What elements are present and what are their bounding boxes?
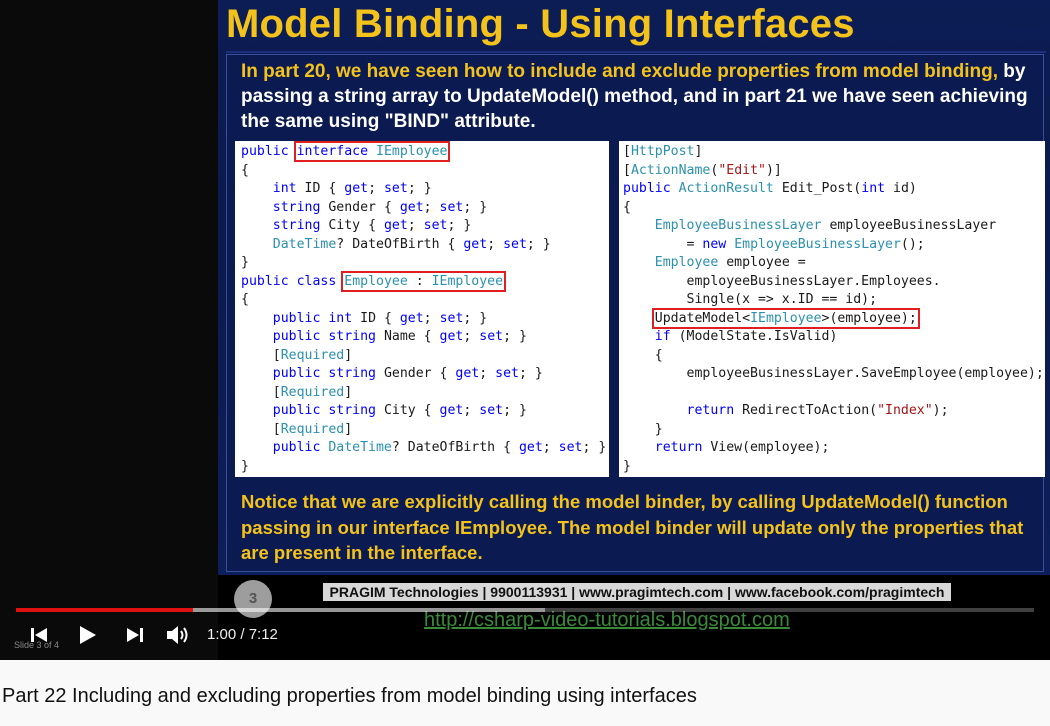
code-block-controller: [HttpPost] [ActionName("Edit")] public A… xyxy=(619,141,1045,477)
video-player[interactable]: Model Binding - Using Interfaces In part… xyxy=(0,0,1050,660)
slide-notice-text: Notice that we are explicitly calling th… xyxy=(241,491,1024,563)
time-display: 1:00 / 7:12 xyxy=(207,626,278,643)
play-icon xyxy=(80,626,96,644)
slide-footer: PRAGIM Technologies | 9900113931 | www.p… xyxy=(323,583,951,601)
letterbox-left xyxy=(0,0,218,660)
slide: Model Binding - Using Interfaces In part… xyxy=(218,0,1050,575)
slide-content-panel: In part 20, we have seen how to include … xyxy=(226,54,1045,572)
skip-next-icon xyxy=(127,628,143,642)
slide-intro-text: In part 20, we have seen how to include … xyxy=(241,59,1041,134)
slide-title: Model Binding - Using Interfaces xyxy=(226,2,1046,53)
video-title: Part 22 Including and excluding properti… xyxy=(2,685,697,707)
volume-button[interactable] xyxy=(164,618,192,652)
progress-played xyxy=(16,608,194,612)
play-button[interactable] xyxy=(72,618,102,652)
code-block-interface: public interface IEmployee { int ID { ge… xyxy=(235,141,609,477)
progress-bar[interactable] xyxy=(16,608,1034,612)
volume-icon xyxy=(167,626,188,644)
intro-highlight: In part 20, we have seen how to include … xyxy=(241,61,998,82)
player-controls: 1:00 / 7:12 Slide 3 of 4 xyxy=(0,618,1050,652)
slide-counter: Slide 3 of 4 xyxy=(14,640,60,650)
next-button[interactable] xyxy=(122,618,148,652)
slide-number-badge: 3 xyxy=(234,580,272,618)
